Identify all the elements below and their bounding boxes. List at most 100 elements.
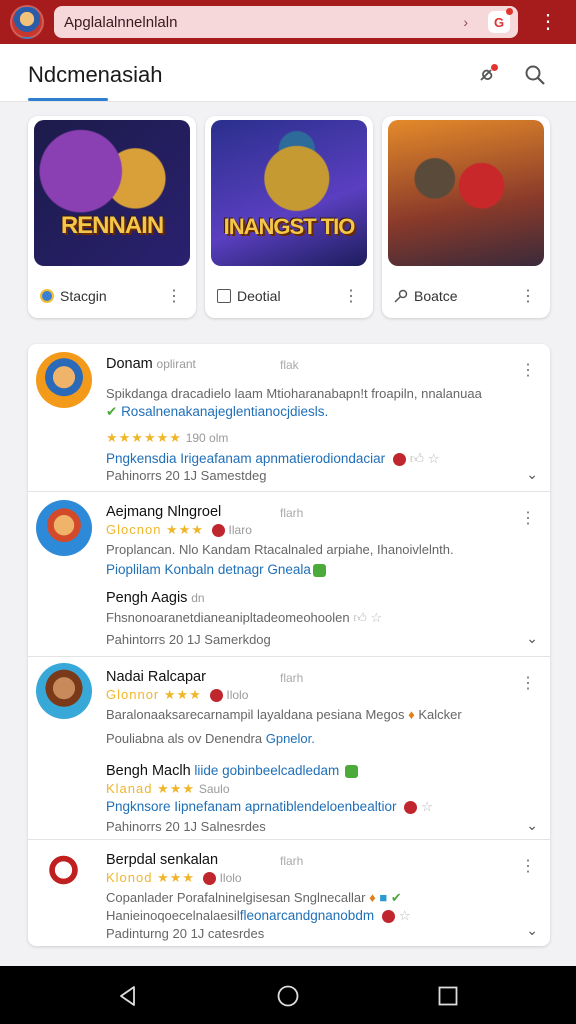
badge-icon (211, 523, 225, 537)
avatar[interactable] (36, 500, 92, 556)
featured-card[interactable]: RENNAIN Stacgin ⋮ (28, 116, 196, 318)
star-icon[interactable]: ☆ (370, 610, 382, 625)
app-avatar[interactable] (10, 5, 44, 39)
page-title: Ndcmenasiah (28, 62, 163, 87)
item-menu-icon[interactable]: ⋮ (520, 508, 536, 528)
search-input[interactable] (64, 13, 444, 31)
item-rating: Glonnor ★★★ Ilolo (106, 687, 248, 703)
item-text: Copanlader Porafalninelgisesan Snglnecal… (106, 890, 402, 905)
game-artwork[interactable]: INANGST TIO (211, 120, 367, 266)
artwork-title: INANGST TIO (223, 214, 356, 239)
item-menu-icon[interactable]: ⋮ (520, 856, 536, 876)
card-menu-icon[interactable]: ⋮ (343, 286, 359, 306)
like-icon[interactable]: 👍︎ (410, 451, 424, 466)
recent-apps-icon[interactable] (436, 984, 460, 1008)
card-caption: Boatce (394, 288, 458, 304)
sub-name-extra: dn (191, 591, 205, 605)
star-icon[interactable]: ☆ (428, 451, 440, 466)
search-icon[interactable] (522, 62, 548, 88)
item-footer: Pahintorrs 20 1J Samerkdog (106, 632, 271, 647)
item-menu-icon[interactable]: ⋮ (520, 673, 536, 693)
card-caption: Stacgin (40, 288, 107, 304)
star-rating: ★★★★★★ (106, 430, 182, 445)
featured-card[interactable]: INANGST TIO Deotial ⋮ (205, 116, 373, 318)
featured-card[interactable]: Boatce ⋮ (382, 116, 550, 318)
item-link[interactable]: Gpnelor. (266, 731, 315, 746)
card-menu-icon[interactable]: ⋮ (520, 286, 536, 306)
expand-chevron-icon[interactable]: ⌄ (526, 630, 538, 647)
calendar-icon (217, 289, 231, 303)
card-caption-label: Stacgin (60, 288, 107, 304)
card-menu-icon[interactable]: ⋮ (166, 286, 182, 306)
list-item[interactable]: Berpdal senkalan flarh ⋮ Klonod ★★★ Ilol… (28, 840, 550, 946)
item-link[interactable]: ✔ Rosalnenakanajeglentianocjdiesls. (106, 404, 328, 420)
list-item[interactable]: Donam oplirant flak ⋮ Spikdanga dracadie… (28, 344, 550, 492)
card-caption-label: Deotial (237, 288, 281, 304)
avatar[interactable] (36, 848, 86, 892)
item-tag: flarh (280, 854, 304, 868)
globe-icon (40, 289, 54, 303)
card-caption: Deotial (217, 288, 281, 304)
list-item[interactable]: Nadai Ralcapar flarh ⋮ Glonnor ★★★ Ilolo… (28, 657, 550, 840)
item-link[interactable]: fleonarcandgnanobdm (240, 908, 374, 923)
item-rating: Klonod ★★★ Ilolo (106, 870, 242, 886)
badge-icon (209, 688, 223, 702)
item-link[interactable]: Pngkensdia Irigeafanam apnmatierodiondac… (106, 450, 440, 467)
chevron-right-icon[interactable]: › (463, 14, 468, 30)
rating-value: Ilolo (219, 871, 242, 885)
rating-value: Ilolo (226, 688, 249, 702)
home-icon[interactable] (276, 984, 300, 1008)
item-name: Nadai Ralcapar (106, 669, 206, 685)
item-footer: Pahinorrs 20 1J Salnesrdes (106, 819, 266, 834)
card-caption-label: Boatce (414, 288, 458, 304)
item-menu-icon[interactable]: ⋮ (520, 360, 536, 380)
expand-chevron-icon[interactable]: ⌄ (526, 817, 538, 834)
item-text: Hanieinoqoecelnalaesil (106, 908, 240, 923)
key-icon (394, 289, 408, 303)
sub-name: Pengh Aagis (106, 590, 188, 606)
page-header: Ndcmenasiah (0, 44, 576, 102)
back-icon[interactable] (116, 984, 140, 1008)
item-name-extra: oplirant (156, 357, 196, 371)
notification-bell-icon[interactable] (474, 62, 500, 88)
tab-indicator (28, 98, 108, 101)
avatar[interactable] (36, 352, 92, 408)
expand-chevron-icon[interactable]: ⌄ (526, 922, 538, 939)
star-icon[interactable]: ☆ (399, 908, 411, 923)
like-icon[interactable]: 👍︎ (353, 610, 367, 625)
search-box[interactable]: › G (54, 6, 518, 38)
badge-icon (404, 800, 418, 814)
google-app-icon[interactable]: G (488, 8, 513, 33)
badge-icon (202, 871, 216, 885)
item-name: Donam (106, 356, 153, 372)
item-name: Berpdal senkalan (106, 852, 219, 868)
sub-name: Bengh Maclh (106, 763, 191, 779)
item-text: Baralonaaksarecarnampil layaldana pesian… (106, 707, 462, 722)
item-text: Fhsnonoaranetdianeanipltadeomeohoolen 👍︎… (106, 610, 383, 625)
rating-value: Ilaro (228, 523, 252, 537)
item-rating: Glocnon ★★★ Ilaro (106, 522, 252, 538)
badge-icon (381, 909, 395, 923)
app-top-bar: › G ⋮ (0, 0, 576, 44)
sub-link[interactable]: liide gobinbeelcadledam (194, 763, 339, 778)
expand-chevron-icon[interactable]: ⌄ (526, 466, 538, 483)
check-icon: ✔ (390, 890, 402, 905)
item-text: Pouliabna als ov Denendra Gpnelor. (106, 731, 315, 746)
item-link[interactable]: Pioplilam Konbaln detnagr Gneala (106, 562, 326, 577)
item-text: Proplancan. Nlo Kandam Rtacalnaled arpia… (106, 542, 454, 557)
avatar[interactable] (36, 663, 92, 719)
star-icon[interactable]: ☆ (421, 799, 433, 814)
item-link[interactable]: Pngknsore Iipnefanam aprnatiblendeloenbe… (106, 799, 433, 815)
item-tag: flak (280, 358, 299, 372)
activity-list: Donam oplirant flak ⋮ Spikdanga dracadie… (28, 344, 550, 946)
rating-value: 190 olm (185, 431, 229, 445)
game-artwork[interactable]: RENNAIN (34, 120, 190, 266)
list-item[interactable]: Aejmang Nlngroel flarh ⋮ Glocnon ★★★ Ila… (28, 492, 550, 657)
featured-cards: RENNAIN Stacgin ⋮ INANGST TIO Deotial ⋮ … (28, 116, 550, 318)
badge-icon (345, 764, 359, 778)
star-rating: Glocnon ★★★ (106, 522, 204, 537)
overflow-menu-icon[interactable]: ⋮ (538, 10, 558, 34)
star-rating: Glonnor ★★★ (106, 687, 202, 702)
game-artwork[interactable] (388, 120, 544, 266)
item-name: Aejmang Nlngroel (106, 504, 222, 520)
